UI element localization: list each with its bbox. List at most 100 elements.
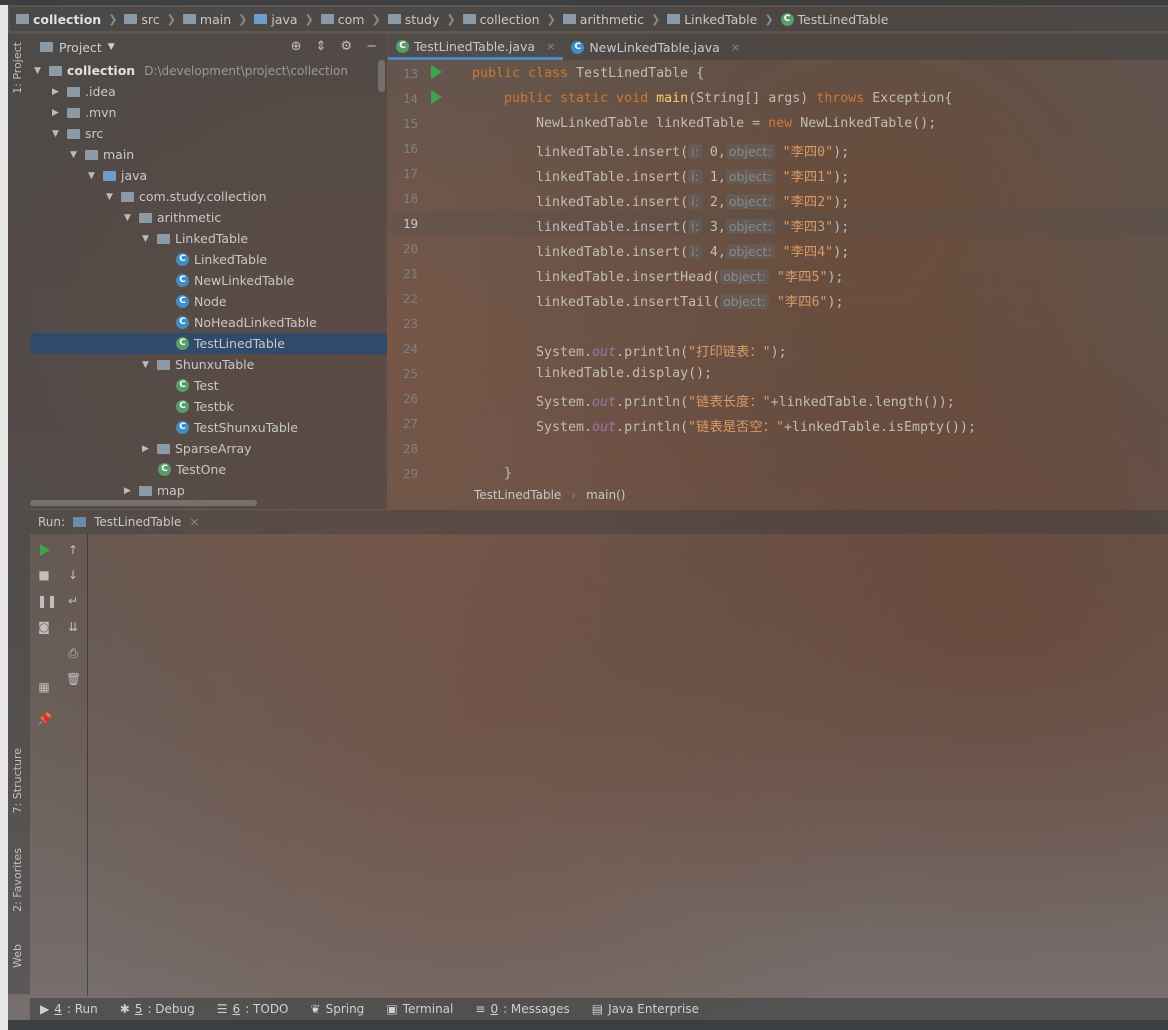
tab-project-tool[interactable]: 1: Project — [11, 42, 24, 94]
chevron-right-icon: ❯ — [546, 12, 556, 26]
crumb-main[interactable]: main — [182, 12, 231, 27]
stop-icon[interactable]: ■ — [37, 569, 51, 581]
print-icon[interactable]: ⎙ — [66, 647, 80, 659]
tool-tab-label: Java Enterprise — [608, 1002, 700, 1016]
line-number: 21 — [402, 266, 418, 281]
close-icon[interactable]: × — [546, 40, 555, 53]
tree-item[interactable]: C TestShunxuTable — [176, 417, 298, 438]
chevron-right-icon[interactable]: ▶ — [52, 87, 62, 97]
project-horizontal-scrollbar[interactable] — [30, 500, 257, 506]
tool-tab-debug[interactable]: ✱ 5: Debug — [120, 1002, 195, 1016]
layout-icon[interactable]: ▦ — [37, 681, 51, 693]
project-view-selector[interactable]: Project — [59, 40, 102, 55]
tree-item[interactable]: ▼ main — [70, 144, 134, 165]
chevron-down-icon[interactable]: ▼ — [70, 150, 80, 160]
chevron-down-icon[interactable]: ▼ — [124, 213, 134, 223]
tab-web-tool[interactable]: Web — [11, 944, 24, 968]
tool-tab-java-enterprise[interactable]: ▤ Java Enterprise — [592, 1002, 699, 1016]
tree-item-label: main — [103, 147, 135, 162]
editor-crumb-class[interactable]: TestLinedTable — [474, 488, 561, 502]
soft-wrap-icon[interactable]: ↵ — [66, 595, 80, 607]
tree-item[interactable]: ▶ .idea — [52, 81, 116, 102]
crumb-label: src — [141, 11, 160, 27]
run-tab[interactable]: TestLinedTable — [94, 515, 181, 529]
crumb-linkedtable[interactable]: LinkedTable — [667, 12, 757, 27]
scroll-to-end-icon[interactable]: ⇊ — [66, 621, 80, 633]
tree-item[interactable]: ▼ com.study.collection — [106, 186, 267, 207]
tree-item[interactable]: ▶ SparseArray — [142, 438, 252, 459]
code-editor[interactable]: 13 14 15 16 17 18 19 20 21 22 23 24 25 2… — [388, 60, 1168, 485]
crumb-study[interactable]: study — [387, 12, 439, 27]
crumb-arithmetic[interactable]: arithmetic — [562, 12, 644, 27]
crumb-collection-pkg[interactable]: collection — [462, 12, 540, 27]
tree-item[interactable]: ▼ arithmetic — [124, 207, 221, 228]
tree-item[interactable]: C NoHeadLinkedTable — [176, 312, 317, 333]
tree-item[interactable]: C NewLinkedTable — [176, 270, 294, 291]
chevron-down-icon[interactable]: ▼ — [106, 192, 116, 202]
pin-icon[interactable]: 📌 — [37, 713, 52, 725]
tree-item[interactable]: ▶ map — [124, 480, 185, 501]
tree-item[interactable]: ▼ src — [52, 123, 103, 144]
tree-item-selected[interactable]: C TestLinedTable — [30, 333, 387, 354]
tree-item[interactable]: ▼ java — [88, 165, 147, 186]
line-number: 27 — [402, 416, 418, 431]
tool-tab-todo[interactable]: ☰ 6: TODO — [217, 1002, 289, 1016]
collapse-all-icon[interactable]: ⇕ — [316, 39, 327, 54]
chevron-down-icon[interactable]: ▼ — [88, 171, 98, 181]
tool-tab-spring[interactable]: ❦ Spring — [311, 1002, 365, 1016]
project-vertical-scrollbar[interactable] — [378, 60, 385, 92]
chevron-down-icon[interactable]: ▼ — [142, 234, 152, 244]
crumb-src[interactable]: src — [124, 11, 160, 27]
chevron-down-icon[interactable]: ▼ — [52, 129, 62, 139]
rerun-icon[interactable] — [40, 544, 50, 556]
tree-item[interactable]: ▶ .mvn — [52, 102, 116, 123]
tree-item[interactable]: C LinkedTable — [176, 249, 267, 270]
folder-icon — [667, 14, 681, 24]
tool-tab-messages[interactable]: ≡ 0: Messages — [475, 1002, 569, 1016]
tab-structure-tool[interactable]: 7: Structure — [11, 748, 24, 813]
leaf-icon: ❦ — [310, 1002, 321, 1016]
code-line: linkedTable.insert(i: 3, object: "李四3"); — [536, 219, 850, 235]
chevron-down-icon[interactable]: ▼ — [142, 360, 152, 370]
editor-crumb-method[interactable]: main() — [586, 488, 625, 502]
trash-icon[interactable]: 🗑 — [66, 673, 81, 685]
crumb-java[interactable]: java — [254, 12, 298, 27]
chevron-down-icon[interactable]: ▼ — [34, 66, 44, 76]
navigation-bar: collection ❯ src ❯ main ❯ java ❯ com ❯ s… — [10, 7, 1168, 31]
tool-tab-run[interactable]: ▶ 4: Run — [40, 1002, 98, 1016]
run-gutter-icon[interactable] — [431, 65, 442, 79]
tree-item-collection[interactable]: ▼ collection D:\development\project\coll… — [34, 60, 348, 81]
tool-tab-terminal[interactable]: ▣ Terminal — [386, 1002, 453, 1016]
folder-icon — [124, 14, 138, 24]
code-line: linkedTable.insert(i: 4, object: "李四4"); — [536, 244, 850, 260]
hide-icon[interactable]: − — [366, 39, 377, 54]
tree-item[interactable]: C Testbk — [176, 396, 234, 417]
run-panel-title: Run: — [38, 515, 66, 529]
tree-item[interactable]: C Node — [176, 291, 227, 312]
pause-icon[interactable]: ❚❚ — [37, 595, 57, 607]
locate-icon[interactable]: ⊕ — [291, 39, 302, 54]
tab-testlinedtable[interactable]: C TestLinedTable.java × — [388, 35, 564, 60]
close-icon[interactable]: × — [731, 41, 740, 54]
chevron-down-icon[interactable]: ▼ — [108, 42, 115, 52]
tree-item[interactable]: ▼ ShunxuTable — [142, 354, 254, 375]
scroll-down-icon[interactable]: ↓ — [66, 569, 80, 581]
gear-icon[interactable]: ⚙ — [340, 39, 352, 54]
scroll-up-icon[interactable]: ↑ — [66, 544, 80, 556]
tree-item[interactable]: C Test — [176, 375, 219, 396]
tree-item[interactable]: C TestOne — [158, 459, 226, 480]
crumb-com[interactable]: com — [320, 12, 364, 27]
chevron-right-icon[interactable]: ▶ — [142, 444, 152, 454]
chevron-right-icon[interactable]: ▶ — [52, 108, 62, 118]
close-icon[interactable]: × — [189, 515, 199, 529]
folder-icon — [254, 14, 268, 24]
tree-item[interactable]: ▼ LinkedTable — [142, 228, 248, 249]
crumb-collection[interactable]: collection — [16, 12, 101, 27]
crumb-testlinedtable[interactable]: C TestLinedTable — [780, 12, 888, 27]
tool-tab-label: Terminal — [402, 1002, 454, 1016]
run-gutter-icon[interactable] — [431, 90, 442, 104]
chevron-right-icon[interactable]: ▶ — [124, 486, 134, 496]
tab-newlinkedtable[interactable]: C NewLinkedTable.java × — [563, 35, 748, 60]
camera-icon[interactable]: ◙ — [37, 621, 51, 633]
tab-favorites-tool[interactable]: 2: Favorites — [11, 848, 24, 912]
